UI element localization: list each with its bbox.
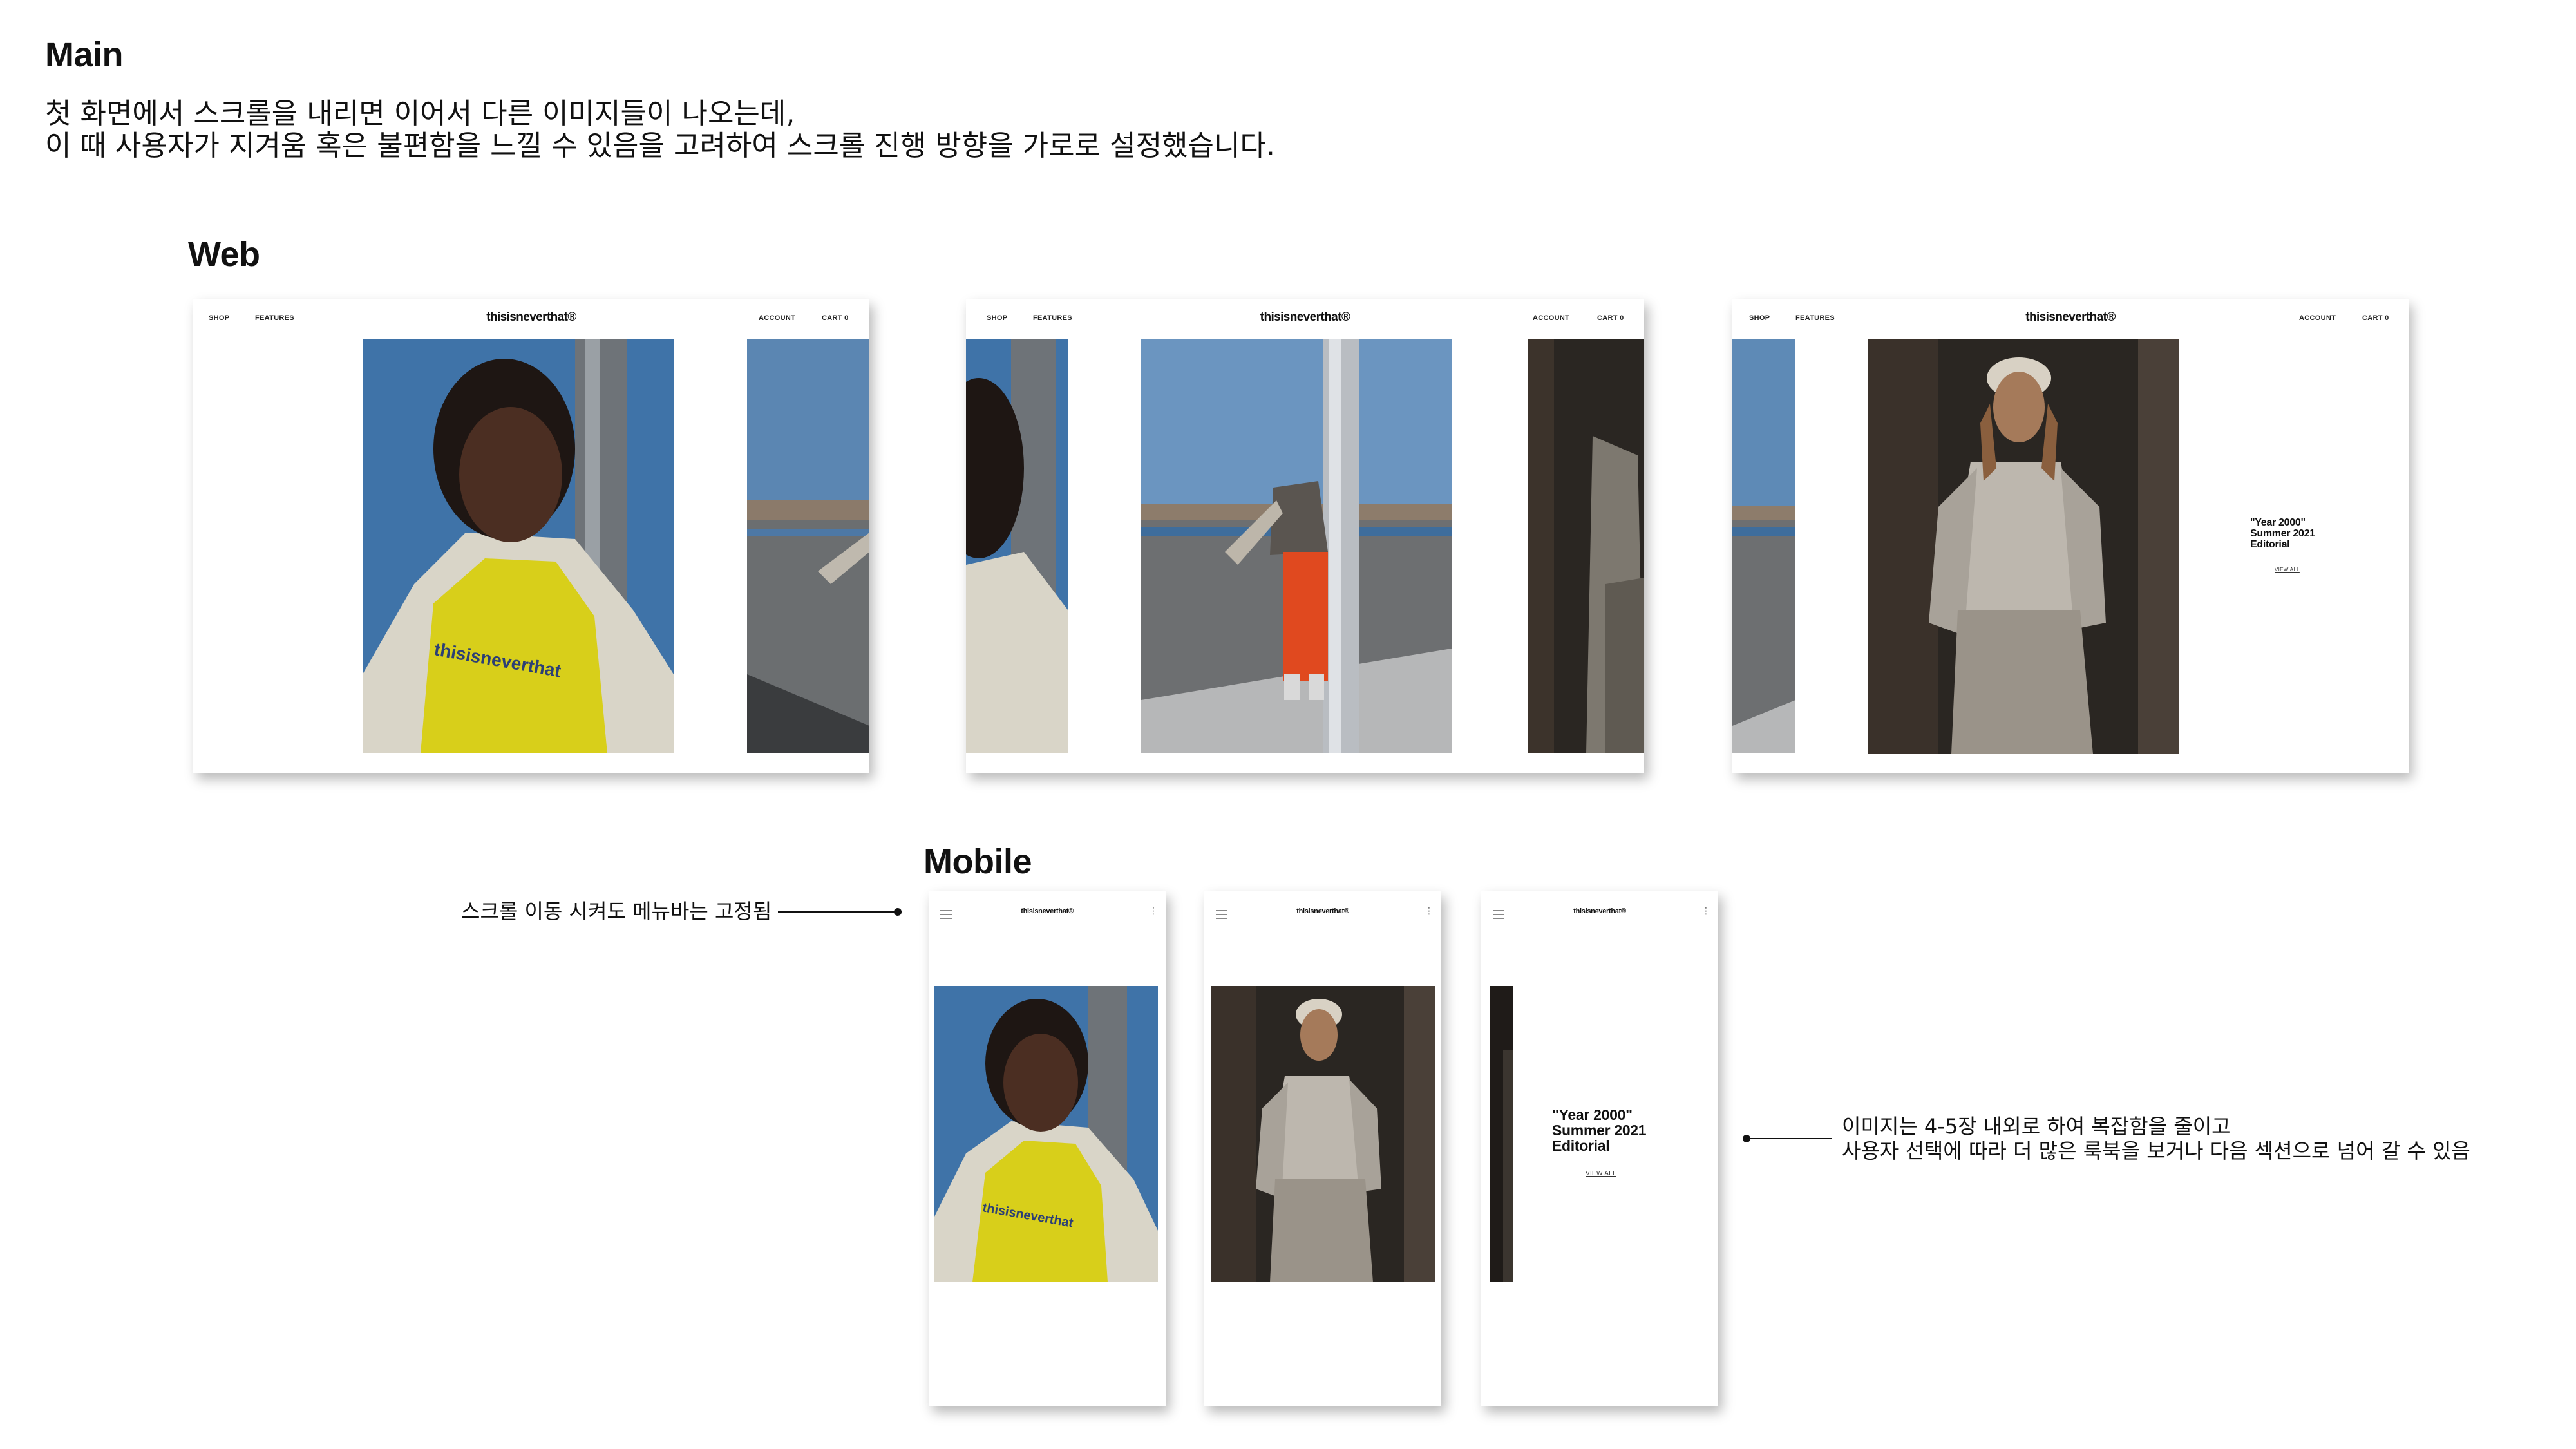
more-menu-icon[interactable]: ⋮ xyxy=(1149,906,1158,915)
nav-account-link[interactable]: ACCOUNT xyxy=(759,314,795,322)
note-image-count: 이미지는 4-5장 내외로 하여 복잡함을 줄이고 사용자 선택에 따라 더 많… xyxy=(1842,1114,2470,1163)
description-line-1: 첫 화면에서 스크롤을 내리면 이어서 다른 이미지들이 나오는데, xyxy=(45,97,795,130)
hamburger-menu-icon[interactable] xyxy=(940,910,952,922)
mobile-editorial-title: "Year 2000" Summer 2021 Editorial xyxy=(1552,1106,1647,1155)
lookbook-image-yellow-tee[interactable]: thisisneverthat xyxy=(934,986,1158,1282)
view-all-link[interactable]: VIEW ALL xyxy=(2275,567,2300,573)
lookbook-image-pier-partial[interactable] xyxy=(747,339,869,753)
mobile-frame-2: thisisneverthat® ⋮ xyxy=(1204,891,1441,1406)
nav-brand-logo[interactable]: thisisneverthat® xyxy=(486,310,576,325)
web-frame-2: SHOP FEATURES thisisneverthat® ACCOUNT C… xyxy=(966,299,1644,773)
nav-brand-logo[interactable]: thisisneverthat® xyxy=(2025,310,2116,325)
nav-shop-link[interactable]: SHOP xyxy=(209,314,229,322)
mobile-editorial-line-1: "Year 2000" xyxy=(1552,1106,1633,1123)
nav-cart-link[interactable]: CART 0 xyxy=(822,314,849,322)
web-nav: SHOP FEATURES thisisneverthat® ACCOUNT C… xyxy=(1732,299,2409,337)
nav-features-link[interactable]: FEATURES xyxy=(255,314,294,322)
web-frame-3: SHOP FEATURES thisisneverthat® ACCOUNT C… xyxy=(1732,299,2409,773)
mobile-frame-1: thisisneverthat® ⋮ thisisneverthat xyxy=(929,891,1166,1406)
editorial-title: "Year 2000" Summer 2021 Editorial xyxy=(2250,517,2315,550)
note-image-count-leader xyxy=(1747,1138,1832,1139)
web-frame-1: SHOP FEATURES thisisneverthat® ACCOUNT C… xyxy=(193,299,869,773)
nav-account-link[interactable]: ACCOUNT xyxy=(1533,314,1569,322)
editorial-line-3: Editorial xyxy=(2250,538,2290,550)
web-nav: SHOP FEATURES thisisneverthat® ACCOUNT C… xyxy=(193,299,869,337)
nav-brand-logo[interactable]: thisisneverthat® xyxy=(1260,310,1350,325)
nav-account-link[interactable]: ACCOUNT xyxy=(2299,314,2336,322)
lookbook-image-woman-cap[interactable] xyxy=(1211,986,1435,1282)
note-image-count-line-2: 사용자 선택에 따라 더 많은 룩북을 보거나 다음 섹션으로 넘어 갈 수 있… xyxy=(1842,1139,2470,1163)
mobile-heading: Mobile xyxy=(923,842,1032,881)
mobile-nav: thisisneverthat® ⋮ xyxy=(929,891,1166,929)
lookbook-image-street-partial[interactable] xyxy=(1490,986,1513,1282)
mobile-brand-logo[interactable]: thisisneverthat® xyxy=(1573,907,1626,915)
mobile-editorial-line-3: Editorial xyxy=(1552,1137,1610,1155)
note-fixed-menu-bar-dot xyxy=(894,908,902,916)
lookbook-image-yellow-tee[interactable]: thisisneverthat xyxy=(363,339,674,753)
web-heading: Web xyxy=(188,235,260,274)
nav-shop-link[interactable]: SHOP xyxy=(987,314,1007,322)
lookbook-image-woman-cap[interactable] xyxy=(1868,339,2179,754)
hamburger-menu-icon[interactable] xyxy=(1493,910,1504,922)
main-description: 첫 화면에서 스크롤을 내리면 이어서 다른 이미지들이 나오는데, 이 때 사… xyxy=(45,98,1275,162)
nav-cart-link[interactable]: CART 0 xyxy=(1597,314,1624,322)
description-line-2: 이 때 사용자가 지겨움 혹은 불편함을 느낄 수 있음을 고려하여 스크롤 진… xyxy=(45,129,1275,162)
lookbook-image-yellow-tee-partial[interactable] xyxy=(966,339,1068,753)
mobile-nav: thisisneverthat® ⋮ xyxy=(1481,891,1718,929)
nav-features-link[interactable]: FEATURES xyxy=(1795,314,1835,322)
web-nav: SHOP FEATURES thisisneverthat® ACCOUNT C… xyxy=(966,299,1644,337)
lookbook-image-orange-pants[interactable] xyxy=(1141,339,1452,753)
nav-shop-link[interactable]: SHOP xyxy=(1749,314,1770,322)
main-heading: Main xyxy=(45,35,124,74)
lookbook-image-pier-partial[interactable] xyxy=(1732,339,1795,753)
nav-features-link[interactable]: FEATURES xyxy=(1033,314,1072,322)
note-fixed-menu-bar-leader xyxy=(778,911,898,913)
lookbook-image-street-partial[interactable] xyxy=(1528,339,1644,753)
more-menu-icon[interactable]: ⋮ xyxy=(1425,906,1434,915)
note-image-count-line-1: 이미지는 4-5장 내외로 하여 복잡함을 줄이고 xyxy=(1842,1114,2231,1139)
mobile-brand-logo[interactable]: thisisneverthat® xyxy=(1296,907,1349,915)
hamburger-menu-icon[interactable] xyxy=(1216,910,1227,922)
mobile-nav: thisisneverthat® ⋮ xyxy=(1204,891,1441,929)
mobile-editorial-line-2: Summer 2021 xyxy=(1552,1122,1647,1139)
mobile-brand-logo[interactable]: thisisneverthat® xyxy=(1021,907,1074,915)
nav-cart-link[interactable]: CART 0 xyxy=(2362,314,2389,322)
editorial-line-1: "Year 2000" xyxy=(2250,517,2306,528)
more-menu-icon[interactable]: ⋮ xyxy=(1701,906,1710,915)
mobile-frame-3: thisisneverthat® ⋮ "Year 2000" Summer 20… xyxy=(1481,891,1718,1406)
note-fixed-menu-bar: 스크롤 이동 시켜도 메뉴바는 고정됨 xyxy=(461,899,772,923)
mobile-view-all-link[interactable]: VIEW ALL xyxy=(1586,1170,1616,1177)
editorial-line-2: Summer 2021 xyxy=(2250,527,2315,539)
